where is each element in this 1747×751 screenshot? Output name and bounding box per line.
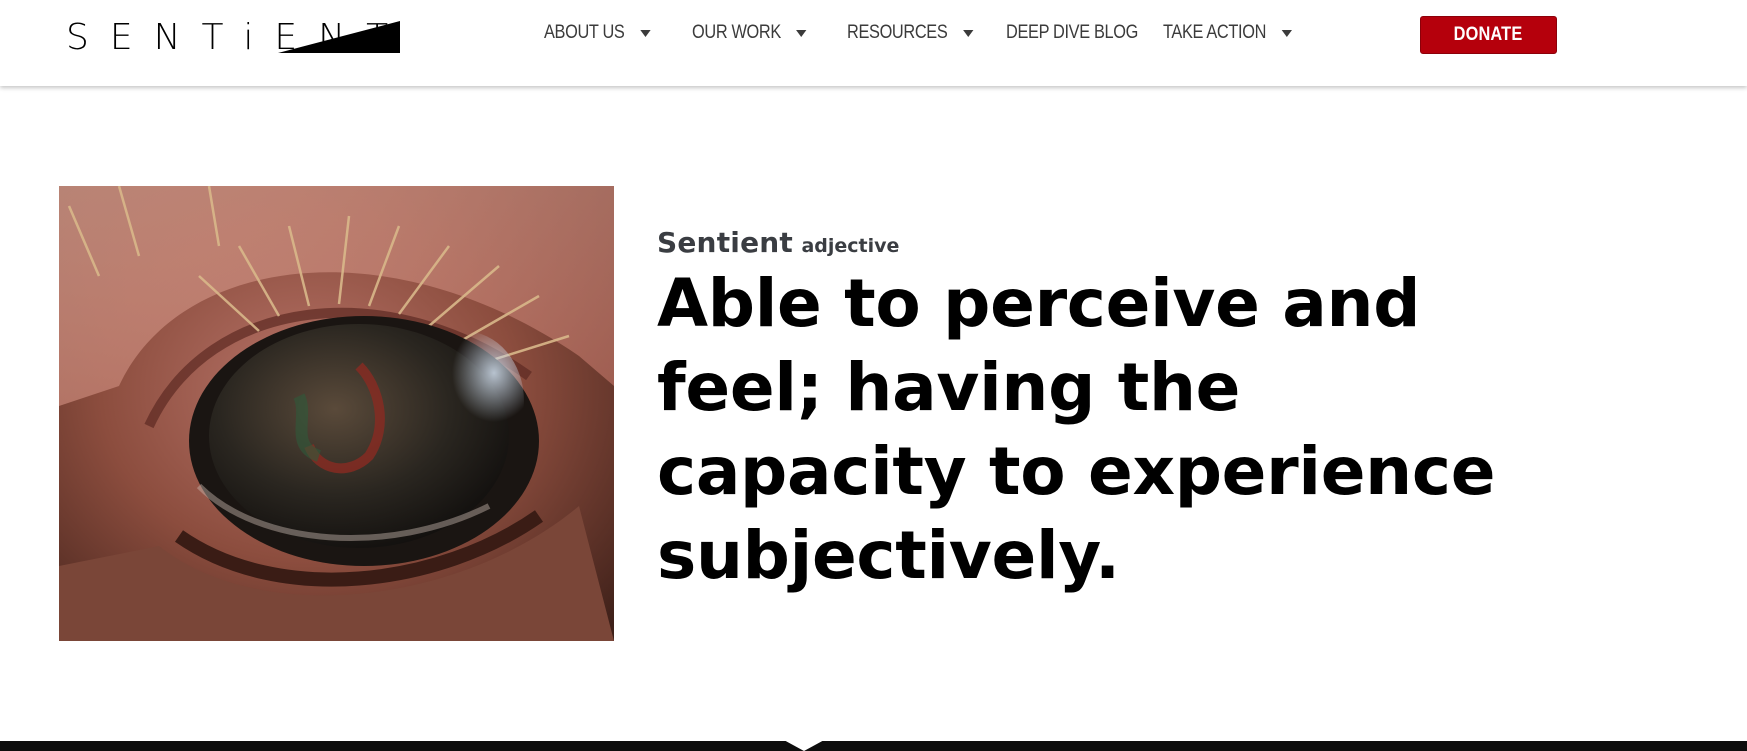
logo-slash-graphic xyxy=(260,21,400,53)
nav-label: TAKE ACTION xyxy=(1163,22,1267,43)
nav-item-take-action[interactable]: TAKE ACTION xyxy=(1163,20,1292,46)
section-notch-divider xyxy=(782,739,826,751)
animal-eye-image xyxy=(59,186,614,641)
chevron-down-icon xyxy=(1281,29,1292,37)
nav-item-resources[interactable]: RESOURCES xyxy=(847,20,974,46)
definition-text: Able to perceive and feel; having the ca… xyxy=(657,265,1496,594)
nav-item-about-us[interactable]: ABOUT US xyxy=(544,20,651,46)
dark-section-band xyxy=(0,741,1747,751)
chevron-down-icon xyxy=(639,29,651,37)
nav-item-our-work[interactable]: OUR WORK xyxy=(692,20,807,46)
part-of-speech: adjective xyxy=(801,235,900,257)
nav-label: DEEP DIVE BLOG xyxy=(1006,22,1139,43)
term-word: Sentient xyxy=(657,226,793,259)
donate-button[interactable]: DONATE xyxy=(1420,16,1557,54)
chevron-down-icon xyxy=(796,29,807,37)
chevron-down-icon xyxy=(962,29,974,37)
nav-item-deep-dive-blog[interactable]: DEEP DIVE BLOG xyxy=(1006,20,1138,46)
term-heading: Sentient adjective xyxy=(657,226,899,259)
donate-label: DONATE xyxy=(1454,24,1523,45)
nav-label: ABOUT US xyxy=(544,22,625,43)
nav-label: RESOURCES xyxy=(847,22,948,43)
nav-label: OUR WORK xyxy=(692,22,781,43)
sentient-logo[interactable]: SENTiENT xyxy=(64,18,400,56)
site-header: SENTiENT ABOUT US OUR WORK RESOURCES DEE… xyxy=(0,0,1747,86)
